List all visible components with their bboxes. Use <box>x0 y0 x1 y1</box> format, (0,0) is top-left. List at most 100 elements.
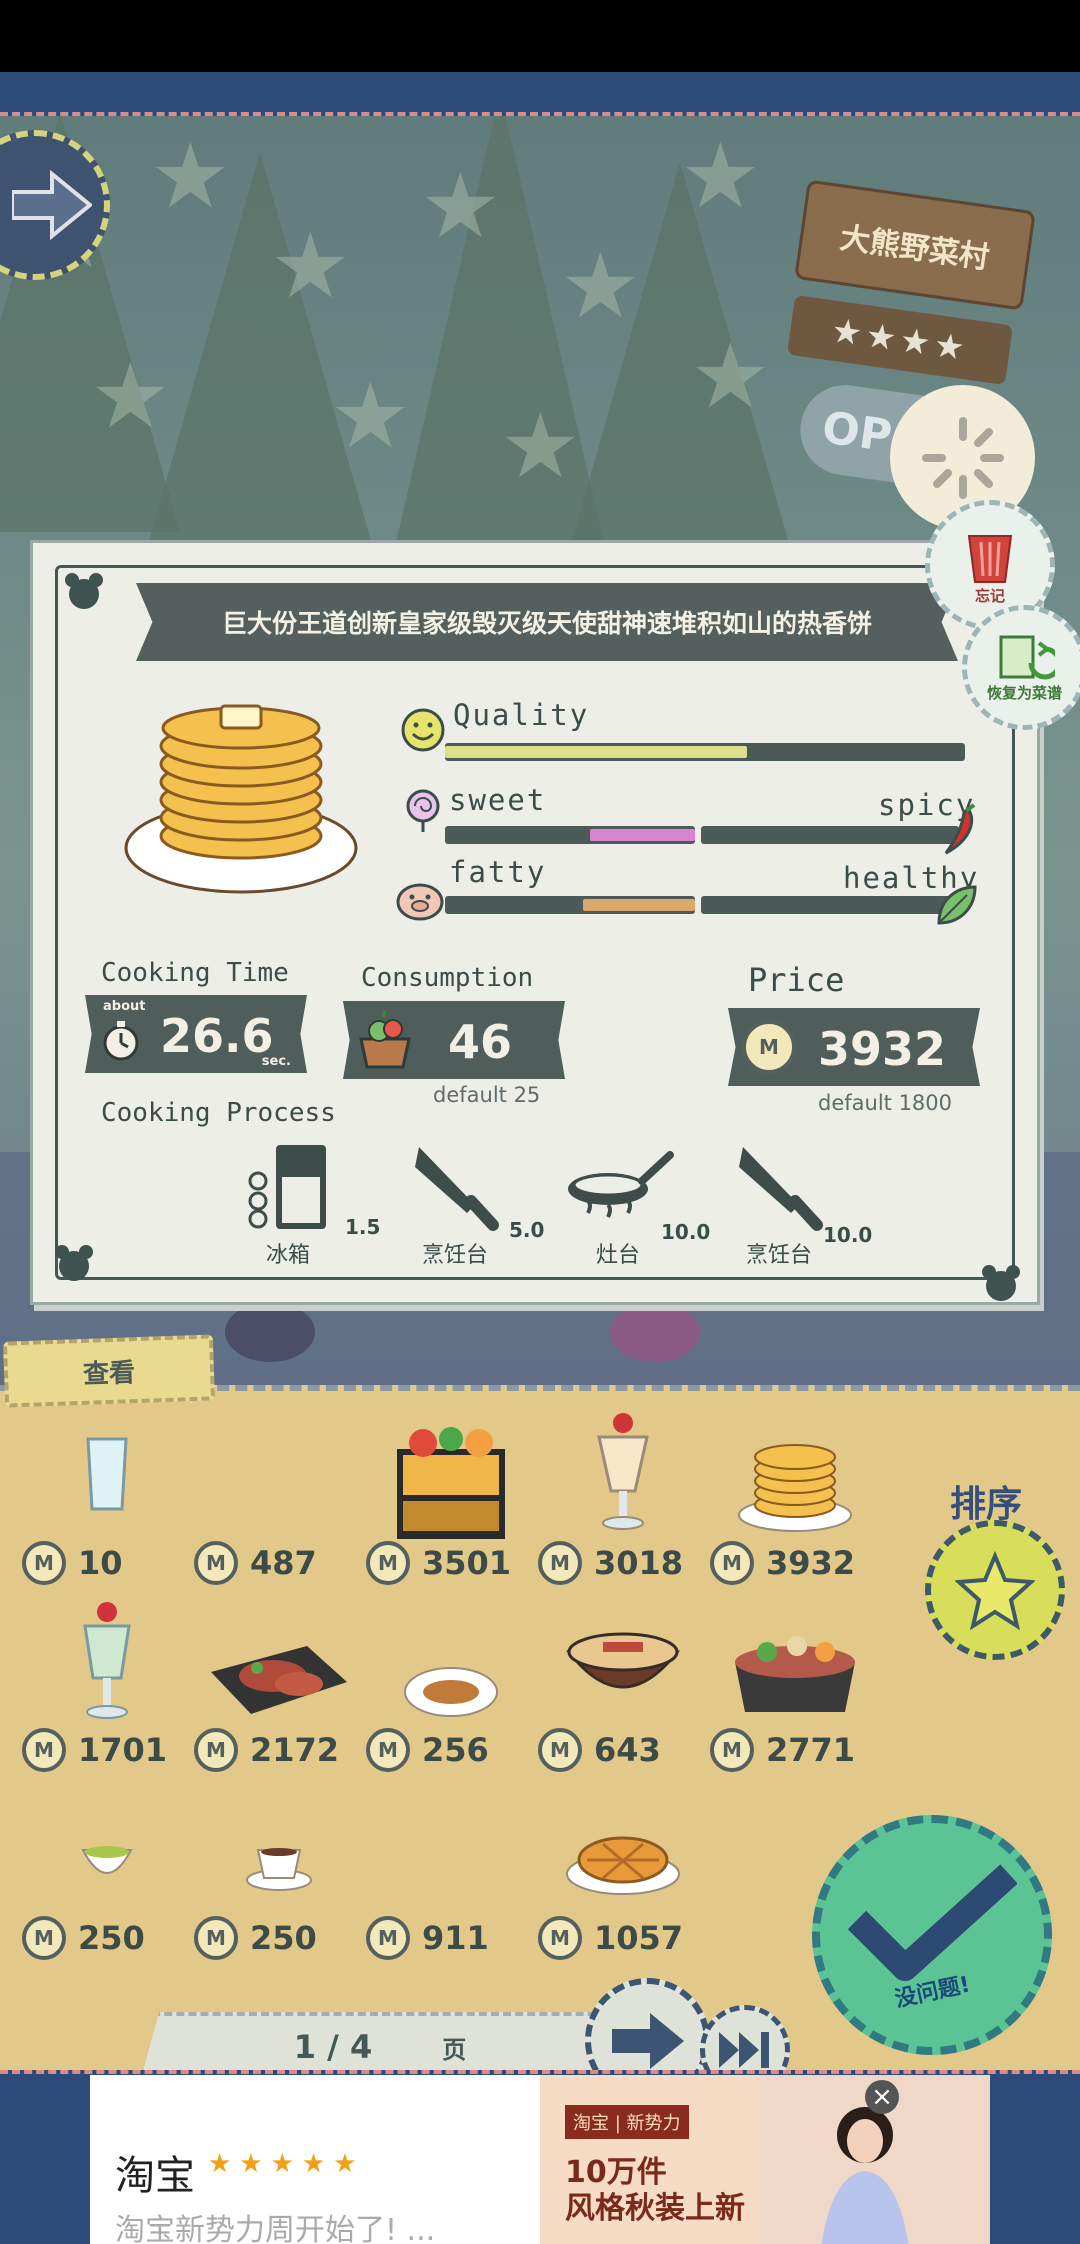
consumption-default: default 25 <box>433 1083 541 1107</box>
item-price: 250 <box>78 1919 145 1957</box>
recipe-item[interactable]: M 10 <box>22 1405 192 1585</box>
quality-bar <box>445 743 965 761</box>
water-glass-icon <box>86 1437 128 1511</box>
item-price: 643 <box>594 1731 661 1769</box>
coin-icon: M <box>538 1728 582 1772</box>
fatty-label: fatty <box>449 855 547 889</box>
recipe-item[interactable]: M 911 <box>366 1780 536 1960</box>
ad-headline: 10万件 风格秋装上新 <box>565 2155 745 2227</box>
star-pattern-icon: ★ <box>560 234 641 339</box>
steak-plate-icon <box>211 1646 347 1714</box>
recipe-item[interactable]: M 3018 <box>538 1405 708 1585</box>
pie-icon <box>566 1836 680 1895</box>
recipe-item[interactable]: M 3501 <box>366 1405 536 1585</box>
pan-icon <box>568 1151 674 1218</box>
fast-forward-icon <box>719 2032 769 2068</box>
model-photo-icon <box>821 2107 909 2244</box>
coin-icon: M <box>194 1728 238 1772</box>
sweet-bar <box>445 826 695 844</box>
fatty-bar-fill <box>582 899 695 911</box>
recipe-item[interactable]: M 1701 <box>22 1592 192 1772</box>
restore-label: 恢复为菜谱 <box>986 684 1062 703</box>
card-frame <box>55 565 1015 1280</box>
recipe-item[interactable]: M 250 <box>22 1780 192 1960</box>
star-pattern-icon: ★ <box>150 124 231 229</box>
coin-icon: M <box>22 1916 66 1960</box>
star-border-top <box>0 72 1080 116</box>
process-step-name: 烹饪台 <box>421 1243 488 1268</box>
bear-corner-icon <box>55 1245 93 1281</box>
view-tab[interactable]: 查看 <box>2 1334 216 1408</box>
coin-icon: M <box>742 1020 796 1074</box>
process-step: 冰箱 <box>233 1141 343 1269</box>
ad-rating-stars: ★★★★★ <box>208 2149 365 2179</box>
green-tea-icon <box>81 1846 133 1874</box>
stool <box>225 1302 315 1362</box>
page-number: 1 / 4 <box>293 2028 373 2066</box>
checkmark-icon <box>847 1864 1017 1981</box>
lollipop-icon <box>406 789 440 832</box>
consumption-box: 46 <box>343 1001 565 1079</box>
price-value: 3932 <box>818 1022 947 1076</box>
ad-promo: 淘宝 | 新势力 10万件 风格秋装上新 <box>540 2075 760 2244</box>
process-step: 烹饪台 <box>719 1141 839 1269</box>
float-drink-icon <box>83 1602 131 1719</box>
bear-corner-icon <box>65 573 103 609</box>
ad-text-area: 淘宝 ★★★★★ 淘宝新势力周开始了! ... <box>90 2075 540 2244</box>
page-unit: 页 <box>442 2035 467 2064</box>
recipe-item[interactable]: M 256 <box>366 1592 536 1772</box>
process-step-time: 5.0 <box>509 1218 545 1242</box>
coffee-cup-icon <box>246 1848 312 1891</box>
star-pattern-icon: ★ <box>90 344 171 449</box>
ad-brand-badge: 淘宝 | 新势力 <box>565 2105 689 2139</box>
item-price: 3018 <box>594 1544 684 1582</box>
pig-icon <box>396 883 444 921</box>
star-pattern-icon: ★ <box>330 364 411 469</box>
quality-bar-fill <box>445 746 747 758</box>
star-icon <box>955 1550 1035 1630</box>
price-label: Price <box>748 961 845 999</box>
item-price: 250 <box>250 1919 317 1957</box>
stopwatch-icon <box>103 1021 139 1061</box>
item-price: 10 <box>78 1544 123 1582</box>
coin-icon: M <box>366 1728 410 1772</box>
restore-recipe-button[interactable]: 恢复为菜谱 <box>962 605 1080 730</box>
pancake-icon <box>124 704 358 894</box>
cooking-process-label: Cooking Process <box>101 1098 336 1128</box>
sort-button[interactable] <box>925 1520 1065 1660</box>
ad-banner[interactable]: 淘宝 ★★★★★ 淘宝新势力周开始了! ... 淘宝 | 新势力 10万件 风格… <box>90 2075 990 2244</box>
recipe-item[interactable]: M 487 <box>194 1405 364 1585</box>
item-price: 1701 <box>78 1731 168 1769</box>
recipe-item[interactable]: M 3932 <box>710 1405 880 1585</box>
ad-close-button[interactable]: × <box>865 2080 899 2114</box>
process-step-name: 冰箱 <box>265 1243 310 1268</box>
cooking-time-value: 26.6 <box>160 1009 274 1063</box>
coin-icon: M <box>22 1728 66 1772</box>
parfait-icon <box>597 1413 649 1530</box>
star-pattern-icon: ★ <box>270 214 351 319</box>
ramen-bowl-icon <box>565 1632 681 1689</box>
stool <box>610 1302 700 1362</box>
item-price: 2771 <box>766 1731 856 1769</box>
coin-icon: M <box>22 1541 66 1585</box>
recipe-item[interactable]: M 643 <box>538 1592 708 1772</box>
recipe-item[interactable]: M 2172 <box>194 1592 364 1772</box>
ad-headline-line1: 10万件 <box>565 2155 667 2190</box>
happy-face-icon <box>401 708 445 752</box>
recipe-item[interactable]: M 250 <box>194 1780 364 1960</box>
star-pattern-icon: ★ <box>680 124 761 229</box>
price-default: default 1800 <box>818 1091 953 1115</box>
recipe-item[interactable]: M 2771 <box>710 1592 880 1772</box>
bear-corner-icon <box>982 1265 1020 1301</box>
knife-icon <box>739 1147 823 1231</box>
process-step-time: 1.5 <box>345 1215 381 1239</box>
about-label: about <box>103 999 146 1014</box>
confirm-button[interactable]: 没问题! <box>812 1815 1052 2055</box>
recipe-detail-card: 巨大份王道创新皇家级毁灭级天使甜神速堆积如山的热香饼 Quality sweet… <box>30 540 1040 1305</box>
coin-icon: M <box>710 1728 754 1772</box>
sweet-label: sweet <box>449 783 547 817</box>
recipe-item[interactable]: M 1057 <box>538 1780 708 1960</box>
fatty-bar <box>445 896 695 914</box>
process-step-time: 10.0 <box>823 1223 873 1247</box>
chili-pepper-icon <box>944 803 976 855</box>
